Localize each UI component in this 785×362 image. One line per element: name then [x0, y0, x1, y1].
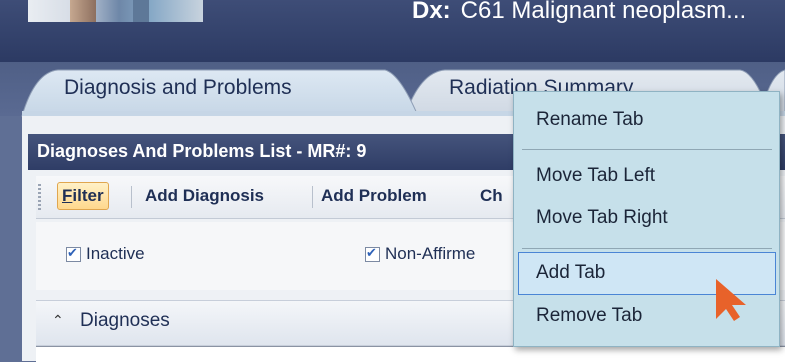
collapse-icon[interactable]: ⌃ — [52, 312, 64, 329]
pointer-cursor-icon — [716, 279, 746, 321]
patient-header: Dx: C61 Malignant neoplasm... — [0, 0, 785, 62]
menu-separator — [522, 248, 772, 249]
non-affirmed-checkbox[interactable] — [365, 245, 380, 262]
patient-photo — [28, 0, 203, 22]
toolbar-separator — [312, 186, 313, 208]
tab-diagnosis-and-problems[interactable]: Diagnosis and Problems — [64, 76, 292, 100]
toolbar-separator — [131, 186, 132, 208]
filter-button[interactable]: Filter — [57, 182, 109, 210]
menu-item-move-tab-left[interactable]: Move Tab Left — [536, 165, 655, 187]
diagnosis-banner: Dx: C61 Malignant neoplasm... — [412, 0, 746, 25]
menu-item-rename-tab[interactable]: Rename Tab — [536, 109, 643, 131]
dx-label: Dx: — [412, 0, 451, 24]
panel-title: Diagnoses And Problems List - MR#: 9 — [37, 141, 367, 161]
inactive-label: Inactive — [86, 244, 145, 263]
dx-value: C61 Malignant neoplasm... — [460, 0, 747, 24]
toolbar-grip[interactable] — [38, 184, 41, 210]
menu-item-remove-tab[interactable]: Remove Tab — [536, 305, 642, 327]
diagnoses-section-label: Diagnoses — [80, 310, 170, 331]
inactive-checkbox[interactable] — [66, 245, 81, 262]
diagnoses-grid — [36, 346, 785, 362]
toolbar-partial-button[interactable]: Ch — [480, 186, 503, 206]
menu-separator — [522, 149, 772, 150]
menu-item-move-tab-right[interactable]: Move Tab Right — [536, 207, 668, 229]
add-problem-button[interactable]: Add Problem — [321, 186, 427, 206]
non-affirmed-label: Non-Affirme — [385, 244, 476, 263]
menu-item-add-tab-label: Add Tab — [536, 262, 606, 283]
add-diagnosis-button[interactable]: Add Diagnosis — [145, 186, 264, 206]
